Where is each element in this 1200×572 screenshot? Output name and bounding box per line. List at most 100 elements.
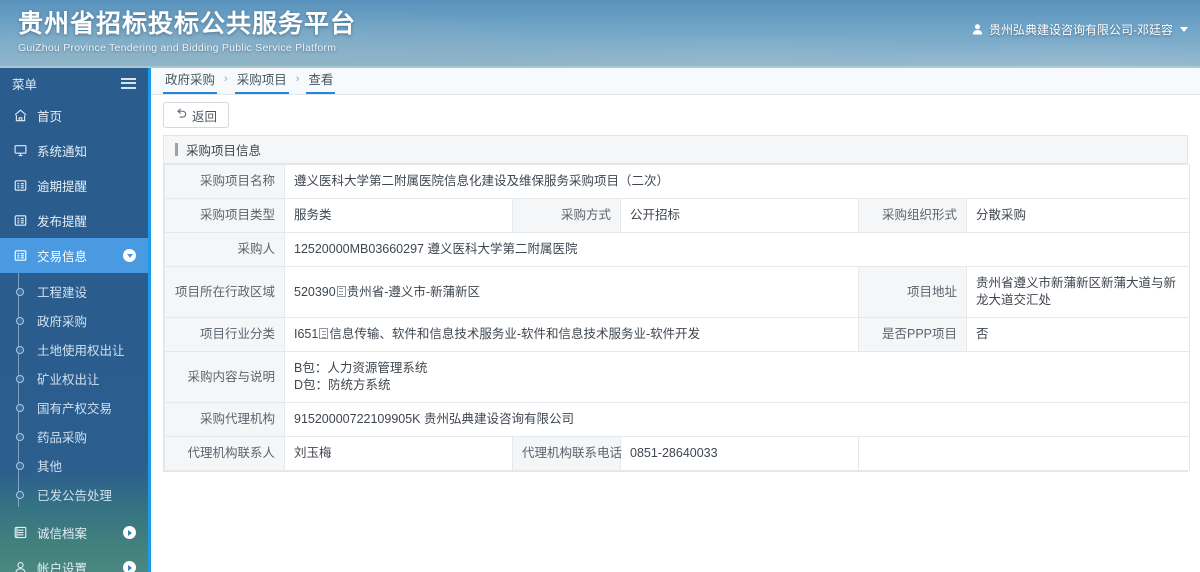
user-menu[interactable]: 贵州弘典建设咨询有限公司-邓廷容 [971, 21, 1188, 38]
field-label: 代理机构联系人 [164, 436, 285, 471]
chevron-right-icon [123, 526, 136, 539]
missing-glyph-icon [319, 328, 329, 339]
sidebar-subitem-published-notice[interactable]: 已发公告处理 [0, 480, 148, 509]
chevron-right-icon [123, 561, 136, 572]
sidebar-subitem-mining-right[interactable]: 矿业权出让 [0, 364, 148, 393]
chevron-down-icon [1180, 27, 1188, 32]
site-title-cn: 贵州省招标投标公共服务平台 [18, 9, 357, 38]
field-value-project-name: 遵义医科大学第二附属医院信息化建设及维保服务采购项目（二次） [283, 164, 1191, 199]
breadcrumb-item-gov-procurement[interactable]: 政府采购 [163, 69, 218, 94]
main-content: 政府采购 › 采购项目 › 查看 返回 采购项目信息 采购项目名称 遵义医科大学… [151, 68, 1200, 572]
undo-arrow-icon [175, 107, 188, 123]
sidebar-subitem-gov-procurement[interactable]: 政府采购 [0, 306, 148, 335]
site-header: 贵州省招标投标公共服务平台 GuiZhou Province Tendering… [0, 0, 1200, 68]
table-row: 采购代理机构 91520000722109905K 贵州弘典建设咨询有限公司 [164, 402, 1191, 437]
sidebar-item-label: 系统通知 [37, 145, 88, 159]
field-label: 采购组织形式 [858, 198, 967, 233]
table-row: 代理机构联系人 刘玉梅 代理机构联系电话 0851-28640033 [164, 436, 1191, 471]
sidebar-subitem-label: 国有产权交易 [37, 402, 113, 416]
table-row: 采购内容与说明 B包：人力资源管理系统 D包：防统方系统 [164, 351, 1191, 403]
field-value-agency-contact: 刘玉梅 [284, 436, 513, 471]
sidebar-submenu: 工程建设 政府采购 土地使用权出让 矿业权出让 国有产权交易 药品采购 其他 已… [0, 273, 148, 515]
list-icon [12, 525, 28, 541]
sidebar-menu-title: 菜单 [12, 77, 38, 92]
field-value-agency: 91520000722109905K 贵州弘典建设咨询有限公司 [283, 402, 1191, 437]
breadcrumb-item-view[interactable]: 查看 [306, 69, 336, 94]
panel-header: 采购项目信息 [164, 136, 1187, 164]
project-info-panel: 采购项目信息 采购项目名称 遵义医科大学第二附属医院信息化建设及维保服务采购项目… [163, 135, 1191, 472]
sidebar-subitem-label: 药品采购 [37, 431, 88, 445]
hamburger-icon[interactable] [121, 77, 136, 89]
document-icon [12, 213, 28, 229]
field-label: 项目行业分类 [164, 317, 285, 352]
table-row: 项目所在行政区域 520390 贵州省-遵义市-新蒲新区 项目地址 贵州省遵义市新… [164, 266, 1191, 318]
sidebar-item-credit-archive[interactable]: 诚信档案 [0, 515, 148, 550]
field-label: 采购项目类型 [164, 198, 285, 233]
sidebar-subitem-label: 已发公告处理 [37, 489, 113, 503]
user-name: 贵州弘典建设咨询有限公司-邓廷容 [989, 23, 1173, 37]
sidebar-item-transaction-info[interactable]: 交易信息 [0, 238, 148, 273]
field-label: 项目地址 [858, 266, 967, 318]
sidebar-item-label: 交易信息 [37, 250, 88, 264]
field-value-purchaser: 12520000MB03660297 遵义医科大学第二附属医院 [283, 232, 1191, 267]
monitor-icon [12, 143, 28, 159]
brand: 贵州省招标投标公共服务平台 GuiZhou Province Tendering… [18, 8, 356, 55]
field-value-district: 520390 贵州省-遵义市-新蒲新区 [284, 266, 859, 318]
table-row: 项目行业分类 I651 信息传输、软件和信息技术服务业-软件和信息技术服务业-软件… [164, 317, 1191, 352]
sidebar-item-publish-reminder[interactable]: 发布提醒 [0, 203, 148, 238]
document-icon [12, 248, 28, 264]
breadcrumb-item-procurement-project[interactable]: 采购项目 [234, 69, 289, 94]
field-value-content-description: B包：人力资源管理系统 D包：防统方系统 [283, 351, 1191, 403]
field-value-project-address: 贵州省遵义市新蒲新区新蒲大道与新龙大道交汇处 [965, 266, 1191, 318]
sidebar-subitem-label: 政府采购 [37, 315, 88, 329]
field-label: 采购内容与说明 [164, 351, 285, 403]
field-value-organization-form: 分散采购 [965, 198, 1191, 233]
sidebar-item-label: 帐户设置 [37, 562, 88, 572]
sidebar-subitem-land-use-right[interactable]: 土地使用权出让 [0, 335, 148, 364]
industry-name: 信息传输、软件和信息技术服务业-软件和信息技术服务业-软件开发 [329, 327, 701, 341]
sidebar-item-label: 发布提醒 [37, 215, 88, 229]
sidebar-item-overdue-reminder[interactable]: 逾期提醒 [0, 168, 148, 203]
sidebar-subitem-label: 土地使用权出让 [37, 344, 125, 358]
sidebar-subitem-label: 矿业权出让 [37, 373, 100, 387]
breadcrumb-separator: › [224, 73, 228, 85]
field-label: 采购人 [164, 232, 285, 267]
sidebar-item-label: 诚信档案 [37, 527, 88, 541]
field-label: 采购项目名称 [164, 164, 285, 199]
district-name: 贵州省-遵义市-新蒲新区 [346, 284, 481, 299]
sidebar-item-home[interactable]: 首页 [0, 98, 148, 133]
field-label: 项目所在行政区域 [164, 266, 285, 318]
sidebar-subitem-construction[interactable]: 工程建设 [0, 277, 148, 306]
table-row: 采购人 12520000MB03660297 遵义医科大学第二附属医院 [164, 232, 1191, 267]
toolbar: 返回 [151, 95, 1200, 135]
sidebar-subitem-drug-procurement[interactable]: 药品采购 [0, 422, 148, 451]
user-icon [971, 23, 984, 36]
site-title-en: GuiZhou Province Tendering and Bidding P… [18, 42, 337, 54]
field-label: 代理机构联系电话 [512, 436, 622, 471]
sidebar: 菜单 首页 系统通知 逾期提醒 发布提醒 交易信息 工程建设 政府采购 土地使用… [0, 68, 148, 572]
field-value-empty [857, 436, 1191, 471]
home-icon [12, 108, 28, 124]
sidebar-header: 菜单 [0, 68, 148, 98]
sidebar-item-label: 逾期提醒 [37, 180, 88, 194]
sidebar-item-label: 首页 [37, 110, 63, 124]
district-code: 520390 [294, 284, 336, 299]
industry-code: I651 [294, 327, 319, 341]
field-label: 采购代理机构 [164, 402, 285, 437]
back-button[interactable]: 返回 [163, 102, 230, 128]
breadcrumb: 政府采购 › 采购项目 › 查看 [151, 68, 1200, 95]
panel-title: 采购项目信息 [186, 144, 262, 158]
sidebar-item-system-notice[interactable]: 系统通知 [0, 133, 148, 168]
field-label: 是否PPP项目 [858, 317, 967, 352]
breadcrumb-separator: › [295, 73, 300, 85]
content-line: D包：防统方系统 [294, 378, 391, 392]
table-row: 采购项目名称 遵义医科大学第二附属医院信息化建设及维保服务采购项目（二次） [164, 164, 1191, 199]
content-line: B包：人力资源管理系统 [294, 361, 428, 375]
sidebar-subitem-other[interactable]: 其他 [0, 451, 148, 480]
sidebar-subitem-state-property[interactable]: 国有产权交易 [0, 393, 148, 422]
sidebar-item-account-settings[interactable]: 帐户设置 [0, 550, 148, 572]
chevron-down-icon [123, 249, 136, 262]
field-value-procurement-method: 公开招标 [620, 198, 859, 233]
project-info-table: 采购项目名称 遵义医科大学第二附属医院信息化建设及维保服务采购项目（二次） 采购… [164, 164, 1191, 471]
field-value-project-type: 服务类 [284, 198, 513, 233]
